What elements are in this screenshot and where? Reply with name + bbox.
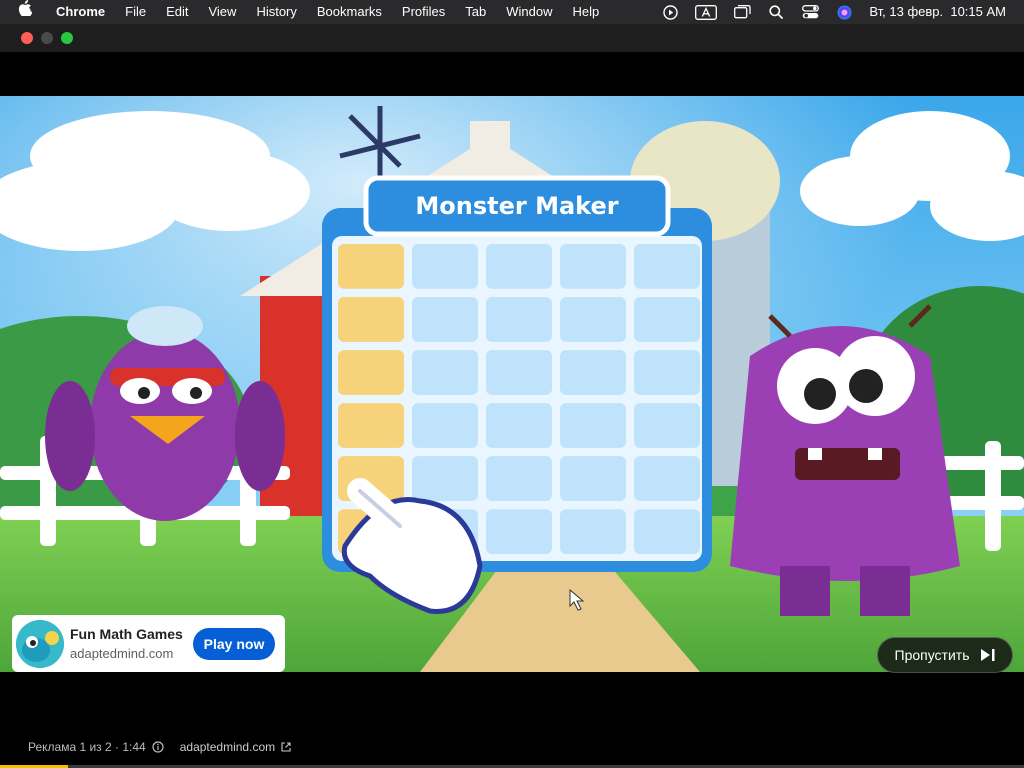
board-tile xyxy=(560,403,626,448)
ad-domain: adaptedmind.com xyxy=(70,646,174,661)
external-link-icon[interactable] xyxy=(281,742,291,752)
menu-app-name[interactable]: Chrome xyxy=(46,0,115,24)
menu-help[interactable]: Help xyxy=(563,0,610,24)
screen-mirror-icon[interactable] xyxy=(733,5,751,19)
board-tile xyxy=(560,509,626,554)
board-tile xyxy=(412,456,478,501)
board-tile xyxy=(560,456,626,501)
ad-info-bar: Реклама 1 из 2 · 1:44 adaptedmind.com xyxy=(28,740,291,754)
board-tile xyxy=(560,297,626,342)
board-tile xyxy=(486,403,552,448)
board-tile xyxy=(486,509,552,554)
menu-history[interactable]: History xyxy=(246,0,306,24)
board-tile xyxy=(634,297,700,342)
ad-card[interactable]: Fun Math Games adaptedmind.com Play now xyxy=(12,615,285,672)
minimize-window-button[interactable] xyxy=(41,32,53,44)
board-tile xyxy=(412,403,478,448)
control-center-icon[interactable] xyxy=(801,5,819,19)
board-tile xyxy=(338,403,404,448)
menu-window[interactable]: Window xyxy=(496,0,562,24)
board-tile xyxy=(486,350,552,395)
board-tile xyxy=(338,244,404,289)
menu-edit[interactable]: Edit xyxy=(156,0,198,24)
board-tile xyxy=(338,350,404,395)
ad-title[interactable]: Fun Math Games xyxy=(70,626,193,642)
apple-menu-icon[interactable] xyxy=(0,0,46,24)
board-tile xyxy=(486,297,552,342)
advertiser-logo[interactable] xyxy=(16,619,64,668)
board-tile xyxy=(486,244,552,289)
search-icon[interactable] xyxy=(767,5,785,19)
game-title-text: Monster Maker xyxy=(415,192,618,220)
board-tile xyxy=(412,350,478,395)
board-tile xyxy=(486,456,552,501)
keyboard-a-icon[interactable] xyxy=(695,4,718,20)
menu-bar: Chrome File Edit View History Bookmarks … xyxy=(0,0,1024,24)
board-tile xyxy=(634,509,700,554)
close-window-button[interactable] xyxy=(21,32,33,44)
ad-counter: Реклама 1 из 2 · 1:44 xyxy=(28,740,146,754)
menu-bookmarks[interactable]: Bookmarks xyxy=(307,0,392,24)
maximize-window-button[interactable] xyxy=(61,32,73,44)
menu-clock[interactable]: Вт, 13 февр. 10:15 AM xyxy=(861,0,1024,24)
board-tile xyxy=(634,350,700,395)
board-tile xyxy=(338,297,404,342)
skip-ad-button[interactable]: Пропустить xyxy=(877,637,1013,673)
menu-file[interactable]: File xyxy=(115,0,156,24)
menu-extras: Вт, 13 февр. 10:15 AM xyxy=(653,0,1024,24)
board-tile xyxy=(634,244,700,289)
video-player[interactable]: Monster Maker xyxy=(0,96,1024,672)
game-scene-illustration: Monster Maker xyxy=(0,96,1024,672)
info-icon[interactable] xyxy=(152,741,164,753)
menu-profiles[interactable]: Profiles xyxy=(392,0,455,24)
play-now-button[interactable]: Play now xyxy=(193,627,275,660)
skip-next-icon xyxy=(980,649,994,661)
board-tile xyxy=(634,403,700,448)
board-tile xyxy=(634,456,700,501)
board-tile xyxy=(412,244,478,289)
advertiser-link[interactable]: adaptedmind.com xyxy=(180,740,275,754)
siri-icon[interactable] xyxy=(835,5,853,19)
skip-label: Пропустить xyxy=(894,647,970,663)
board-tile xyxy=(560,244,626,289)
board-tile xyxy=(560,350,626,395)
window-titlebar xyxy=(0,24,1024,52)
menu-view[interactable]: View xyxy=(198,0,246,24)
menu-tab[interactable]: Tab xyxy=(455,0,496,24)
board-tile xyxy=(412,297,478,342)
play-circle-icon[interactable] xyxy=(661,4,679,20)
